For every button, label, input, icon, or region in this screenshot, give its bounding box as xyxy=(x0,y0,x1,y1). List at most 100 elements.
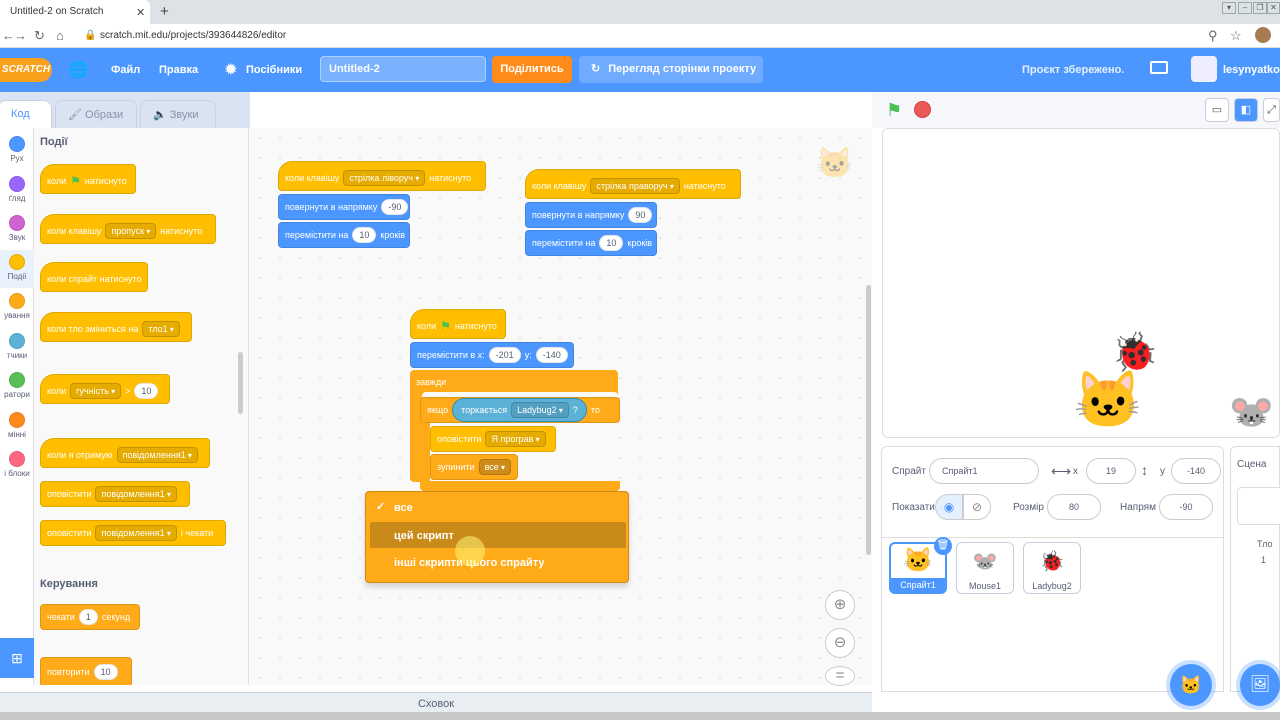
share-button[interactable]: Поділитись xyxy=(492,56,572,83)
palette-scrollbar[interactable] xyxy=(238,352,243,414)
script1-when-key-block[interactable]: коли клавішустрілка ліворучнатиснуто xyxy=(278,161,486,191)
script1-move-block[interactable]: перемістити на 10 кроків xyxy=(278,222,410,248)
restore-icon[interactable]: ❐ xyxy=(1253,2,1267,14)
add-extension-button[interactable]: ⊞ xyxy=(0,638,34,678)
script1-point-direction-block[interactable]: повернути в напрямку -90 xyxy=(278,194,410,220)
dropdown-option-this-script[interactable]: цей скрипт xyxy=(370,522,626,548)
show-visible-eye-icon[interactable]: ◉ xyxy=(935,494,963,520)
my-stuff-folder-icon[interactable] xyxy=(1150,61,1168,74)
when-i-receive-block[interactable]: коли я отримую повідомлення1 xyxy=(40,438,210,468)
when-loudness-block[interactable]: колигучність>10 xyxy=(40,374,170,404)
minimize-icon[interactable]: – xyxy=(1238,2,1252,14)
tab-code[interactable]: Код xyxy=(0,100,52,128)
globe-icon[interactable]: 🌐 xyxy=(68,60,88,80)
wait-block[interactable]: чекати 1 секунд xyxy=(40,604,140,630)
category-sensing[interactable]: тчики xyxy=(0,329,34,367)
backdrop-dropdown[interactable]: тло1 xyxy=(142,321,180,337)
hide-eye-icon[interactable]: ⊘ xyxy=(963,494,991,520)
direction-input[interactable]: -90 xyxy=(1159,494,1213,520)
y-input[interactable]: -140 xyxy=(535,347,568,363)
broadcast-and-wait-block[interactable]: оповіститиповідомлення1і чекати xyxy=(40,520,226,546)
loudness-dropdown[interactable]: гучність xyxy=(70,383,122,399)
category-my-blocks[interactable]: і блоки xyxy=(0,447,34,485)
script3-go-to-xy-block[interactable]: перемістити в x: -201 y: -140 xyxy=(410,342,574,368)
green-flag-button[interactable]: ⚑ xyxy=(886,100,902,121)
workspace-scrollbar[interactable] xyxy=(866,285,871,555)
category-variables[interactable]: мінні xyxy=(0,408,34,446)
home-icon[interactable]: ⌂ xyxy=(56,28,64,43)
direction-input[interactable]: -90 xyxy=(381,199,409,215)
size-input[interactable]: 80 xyxy=(1047,494,1101,520)
user-avatar[interactable] xyxy=(1191,56,1217,82)
profile-avatar[interactable] xyxy=(1255,27,1271,43)
choose-sprite-button[interactable]: 🐱 xyxy=(1170,664,1212,706)
when-key-pressed-block[interactable]: коли клавішупропускнатиснуто xyxy=(40,214,216,244)
stage-thumbnail[interactable] xyxy=(1237,487,1280,525)
zoom-out-button[interactable]: ⊖ xyxy=(825,628,855,658)
y-position-input[interactable]: -140 xyxy=(1171,458,1221,484)
url-text[interactable]: scratch.mit.edu/projects/393644826/edito… xyxy=(100,30,286,41)
when-backdrop-switches-block[interactable]: коли тло зміниться на тло1 xyxy=(40,312,192,342)
touching-dropdown[interactable]: Ladybug2 xyxy=(511,402,569,418)
broadcast-block[interactable]: оповістити повідомлення1 xyxy=(40,481,190,507)
touching-block[interactable]: торкаєтьсяLadybug2? xyxy=(452,398,587,422)
script3-when-flag-block[interactable]: коли ⚑ натиснуто xyxy=(410,309,506,339)
small-stage-button[interactable]: ▭ xyxy=(1205,98,1229,122)
key-dropdown[interactable]: пропуск xyxy=(105,223,157,239)
category-events[interactable]: Події xyxy=(0,250,34,288)
tab-sounds[interactable]: 🔈 Звуки xyxy=(140,100,216,128)
project-title-input[interactable]: Untitled-2 xyxy=(320,56,486,82)
message-dropdown[interactable]: повідомлення1 xyxy=(95,525,177,541)
stage-selector[interactable]: Сцена Тло 1 xyxy=(1230,446,1280,692)
choose-backdrop-button[interactable]: 🖼 xyxy=(1240,664,1280,706)
category-motion[interactable]: Рух xyxy=(0,132,34,170)
script2-move-block[interactable]: перемістити на 10 кроків xyxy=(525,230,657,256)
steps-input[interactable]: 10 xyxy=(352,227,377,243)
mouse-sprite-icon[interactable]: 🐭 xyxy=(1229,391,1274,433)
when-sprite-clicked-block[interactable]: коли спрайт натиснуто xyxy=(40,262,148,292)
forward-icon[interactable]: → xyxy=(14,28,27,43)
x-input[interactable]: -201 xyxy=(488,347,521,363)
repeat-count-input[interactable]: 10 xyxy=(93,664,118,680)
star-icon[interactable]: ☆ xyxy=(1230,28,1242,44)
script3-broadcast-block[interactable]: оповістити Я програв xyxy=(430,426,556,452)
username[interactable]: lesynyatko xyxy=(1223,64,1280,76)
category-sound[interactable]: Звук xyxy=(0,211,34,249)
zoom-reset-button[interactable]: = xyxy=(825,666,855,686)
sprite-thumb-ladybug2[interactable]: 🐞 Ladybug2 xyxy=(1023,542,1081,594)
browser-tab[interactable]: Untitled-2 on Scratch xyxy=(0,0,150,24)
stop-dropdown[interactable]: все xyxy=(478,459,512,475)
sprite-name-input[interactable]: Спрайт1 xyxy=(929,458,1039,484)
window-profile-icon[interactable]: ▾ xyxy=(1222,2,1236,14)
key-dropdown[interactable]: стрілка праворуч xyxy=(590,178,680,194)
script3-stop-block[interactable]: зупинити все xyxy=(430,454,518,480)
category-operators[interactable]: ратори xyxy=(0,368,34,406)
loudness-value-input[interactable]: 10 xyxy=(134,383,159,399)
edit-menu[interactable]: Правка xyxy=(159,64,198,76)
delete-sprite-trash-icon[interactable]: 🗑 xyxy=(934,537,952,555)
code-workspace[interactable]: коли клавішустрілка ліворучнатиснуто пов… xyxy=(250,128,872,685)
reload-icon[interactable]: ↻ xyxy=(34,28,45,44)
category-control[interactable]: ування xyxy=(0,289,34,327)
when-flag-clicked-block[interactable]: коли ⚑ натиснуто xyxy=(40,164,136,194)
tutorials-menu[interactable]: Посібники xyxy=(246,64,302,76)
key-dropdown[interactable]: стрілка ліворуч xyxy=(343,170,426,186)
dropdown-option-other-scripts[interactable]: інші скрипти цього спрайту xyxy=(370,549,626,575)
cat-sprite-icon[interactable]: 🐱 xyxy=(1073,367,1143,433)
steps-input[interactable]: 10 xyxy=(599,235,624,251)
new-tab-icon[interactable]: + xyxy=(160,3,169,20)
message-dropdown[interactable]: Я програв xyxy=(485,431,546,447)
close-tab-icon[interactable]: ✕ xyxy=(136,6,145,19)
sprite-thumb-mouse1[interactable]: 🐭 Mouse1 xyxy=(956,542,1014,594)
repeat-block[interactable]: повторити 10 xyxy=(40,657,132,685)
x-position-input[interactable]: 19 xyxy=(1086,458,1136,484)
zoom-in-button[interactable]: ⊕ xyxy=(825,590,855,620)
tab-costumes[interactable]: 🖌 Образи xyxy=(55,100,137,128)
message-dropdown[interactable]: повідомлення1 xyxy=(95,486,177,502)
close-window-icon[interactable]: ✕ xyxy=(1267,2,1280,14)
fullscreen-button[interactable]: ⤢ xyxy=(1263,98,1280,122)
file-menu[interactable]: Файл xyxy=(111,64,140,76)
dropdown-option-all[interactable]: все xyxy=(370,494,626,520)
script2-point-direction-block[interactable]: повернути в напрямку 90 xyxy=(525,202,657,228)
message-dropdown[interactable]: повідомлення1 xyxy=(116,447,198,463)
